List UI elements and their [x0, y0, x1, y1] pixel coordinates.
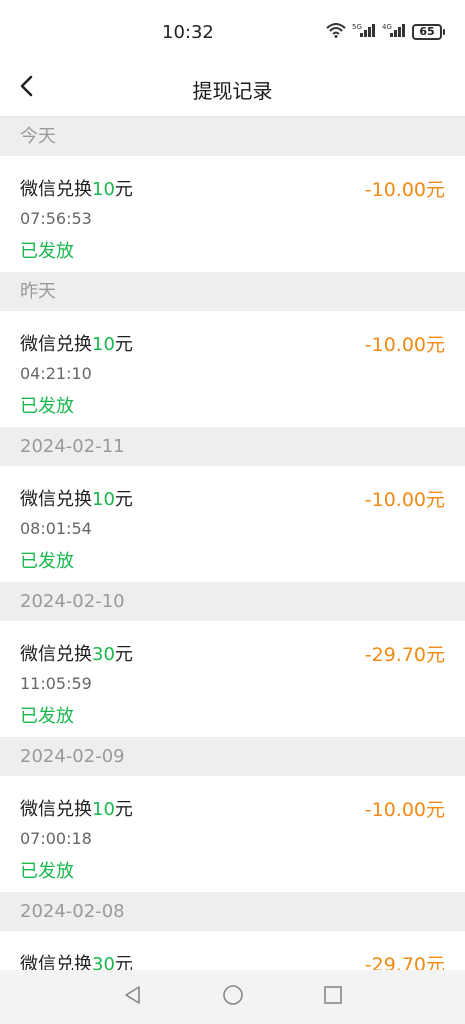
battery-icon: 65 [412, 24, 445, 40]
nav-home-button[interactable] [221, 985, 245, 1009]
section-header: 今天 [0, 117, 465, 156]
section-header: 2024-02-11 [0, 427, 465, 466]
recents-square-icon [323, 985, 343, 1009]
record-title: 微信兑换10元 [20, 485, 133, 511]
record-title-amount: 30 [92, 644, 115, 665]
record-title-suffix: 元 [114, 179, 133, 200]
record-title-prefix: 微信兑换 [20, 644, 92, 665]
record-title: 微信兑换10元 [20, 330, 133, 356]
wifi-icon [326, 22, 346, 42]
record-item[interactable]: 微信兑换10元 04:21:10 已发放 -10.00元 [0, 311, 465, 427]
record-title-prefix: 微信兑换 [20, 799, 92, 820]
record-status: 已发放 [20, 861, 74, 882]
record-title-suffix: 元 [114, 644, 133, 665]
record-time: 11:05:59 [20, 674, 92, 693]
record-amount: -10.00元 [364, 179, 445, 201]
record-title: 微信兑换10元 [20, 175, 133, 201]
system-nav-bar [0, 970, 465, 1024]
record-title-prefix: 微信兑换 [20, 334, 92, 355]
status-time: 10:32 [162, 22, 214, 43]
screen: 10:32 5G 4G 65 提现记录 今天 微信兑换10元 07:56:53 … [0, 0, 465, 1024]
back-triangle-icon [123, 985, 143, 1009]
record-title: 微信兑换30元 [20, 640, 133, 666]
record-title-suffix: 元 [114, 799, 133, 820]
record-status: 已发放 [20, 396, 74, 417]
section-header: 2024-02-10 [0, 582, 465, 621]
record-title-suffix: 元 [114, 334, 133, 355]
record-item[interactable]: 微信兑换10元 08:01:54 已发放 -10.00元 [0, 466, 465, 582]
record-amount: -10.00元 [364, 489, 445, 511]
record-title-suffix: 元 [114, 489, 133, 510]
record-status: 已发放 [20, 706, 74, 727]
record-title-amount: 10 [92, 334, 115, 355]
records-list[interactable]: 今天 微信兑换10元 07:56:53 已发放 -10.00元 昨天 微信兑换1… [0, 117, 465, 1024]
record-title-prefix: 微信兑换 [20, 489, 92, 510]
nav-back-button[interactable] [121, 985, 145, 1009]
section-header: 2024-02-09 [0, 737, 465, 776]
record-status: 已发放 [20, 241, 74, 262]
status-bar: 10:32 5G 4G 65 [0, 0, 465, 62]
page-title: 提现记录 [192, 79, 273, 103]
home-circle-icon [222, 984, 244, 1010]
record-item[interactable]: 微信兑换30元 11:05:59 已发放 -29.70元 [0, 621, 465, 737]
section-header: 2024-02-08 [0, 892, 465, 931]
record-amount: -29.70元 [364, 644, 445, 666]
record-amount: -10.00元 [364, 799, 445, 821]
record-status: 已发放 [20, 551, 74, 572]
record-title-amount: 10 [92, 489, 115, 510]
record-item[interactable]: 微信兑换10元 07:56:53 已发放 -10.00元 [0, 156, 465, 272]
record-title-amount: 10 [92, 179, 115, 200]
record-title: 微信兑换10元 [20, 795, 133, 821]
signal-5g-icon: 5G [352, 22, 376, 42]
nav-header: 提现记录 [0, 62, 465, 117]
signal-4g-icon: 4G [382, 22, 406, 42]
record-time: 08:01:54 [20, 519, 92, 538]
svg-text:4G: 4G [382, 23, 392, 31]
section-header: 昨天 [0, 272, 465, 311]
battery-level: 65 [412, 24, 442, 40]
svg-text:5G: 5G [352, 23, 362, 31]
record-title-amount: 10 [92, 799, 115, 820]
record-item[interactable]: 微信兑换10元 07:00:18 已发放 -10.00元 [0, 776, 465, 892]
status-icons: 5G 4G 65 [326, 22, 445, 42]
record-title-prefix: 微信兑换 [20, 179, 92, 200]
record-time: 07:00:18 [20, 829, 92, 848]
record-amount: -10.00元 [364, 334, 445, 356]
record-time: 07:56:53 [20, 209, 92, 228]
nav-recents-button[interactable] [321, 985, 345, 1009]
record-time: 04:21:10 [20, 364, 92, 383]
